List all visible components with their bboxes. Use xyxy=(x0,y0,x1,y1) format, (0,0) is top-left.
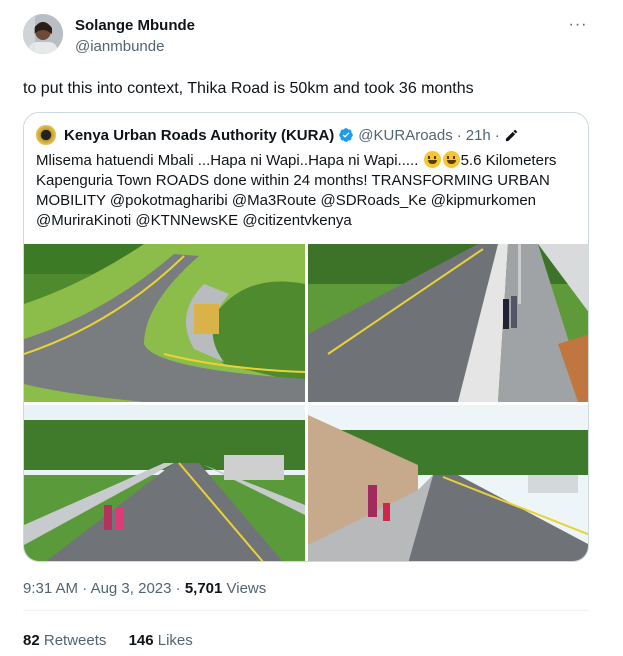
straight-road-photo[interactable] xyxy=(24,405,305,561)
quote-handle[interactable]: @KURAroads xyxy=(358,127,452,144)
quote-text-line: Mlisema hatuendi Mbali ...Hapa ni Wapi..… xyxy=(36,152,419,169)
quote-text-line: Kapenguria Town ROADS done within 24 mon… xyxy=(36,172,550,189)
quote-text-line: @MuriraKinoti @KTNNewsKE @citizentvkenya xyxy=(36,212,352,229)
tweet-date[interactable]: Aug 3, 2023 xyxy=(91,580,172,597)
quote-text-line: MOBILITY @pokotmagharibi @Ma3Route @SDRo… xyxy=(36,192,537,209)
road-with-wall-photo[interactable] xyxy=(308,405,588,561)
quoted-tweet[interactable]: Kenya Urban Roads Authority (KURA) @KURA… xyxy=(23,112,589,562)
edited-pencil-icon[interactable] xyxy=(504,128,519,143)
author-handle[interactable]: @ianmbunde xyxy=(75,38,164,55)
author-name[interactable]: Solange Mbunde xyxy=(75,17,195,34)
divider xyxy=(23,610,589,611)
verified-badge-icon xyxy=(339,128,354,142)
road-with-pedestrians-photo[interactable] xyxy=(308,244,588,402)
quote-text: Mlisema hatuendi Mbali ...Hapa ni Wapi..… xyxy=(36,151,581,231)
kura-logo-icon[interactable] xyxy=(36,125,56,145)
smiley-emoji-icon xyxy=(423,151,441,168)
views-label: Views xyxy=(222,580,267,597)
curved-road-photo[interactable] xyxy=(24,244,305,402)
quote-header: Kenya Urban Roads Authority (KURA) @KURA… xyxy=(36,125,519,145)
smiley-emoji-icon xyxy=(442,151,460,168)
separator-dot: · xyxy=(175,580,181,597)
retweets-count: 82 xyxy=(23,632,40,649)
separator-dot: · xyxy=(82,580,88,597)
engagement-stats: 82 Retweets 146 Likes xyxy=(23,632,211,649)
media-grid xyxy=(24,244,588,561)
tweet-meta: 9:31 AM · Aug 3, 2023 · 5,701 Views xyxy=(23,580,266,597)
views-count: 5,701 xyxy=(184,580,223,597)
separator-dot: · xyxy=(494,126,500,144)
likes-stat[interactable]: 146 Likes xyxy=(129,632,193,649)
quote-text-line: 5.6 Kilometers xyxy=(460,152,557,169)
separator-dot: · xyxy=(456,126,462,144)
quote-author-name[interactable]: Kenya Urban Roads Authority (KURA) xyxy=(64,127,334,144)
tweet-time[interactable]: 9:31 AM xyxy=(23,580,78,597)
more-icon[interactable]: ··· xyxy=(565,14,591,36)
quote-time[interactable]: 21h xyxy=(466,127,491,144)
likes-label: Likes xyxy=(153,632,193,649)
likes-count: 146 xyxy=(128,632,154,649)
avatar[interactable] xyxy=(23,14,63,54)
tweet-text: to put this into context, Thika Road is … xyxy=(23,80,474,97)
tweet: Solange Mbunde @ianmbunde ··· to put thi… xyxy=(0,0,623,656)
retweets-label: Retweets xyxy=(39,632,107,649)
retweets-stat[interactable]: 82 Retweets xyxy=(23,632,106,649)
